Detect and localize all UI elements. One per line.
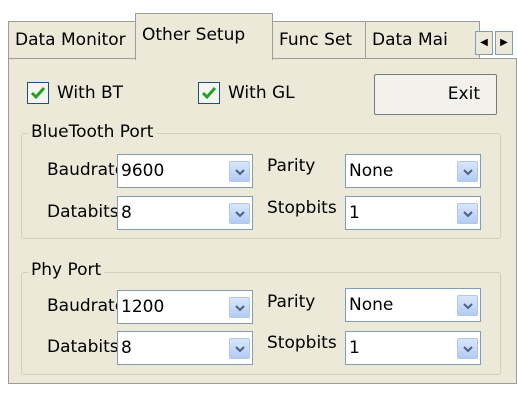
bt-databits-value: 8 xyxy=(121,203,132,223)
bluetooth-port-title: BlueTooth Port xyxy=(28,122,157,142)
dropdown-arrow-button[interactable] xyxy=(229,203,250,224)
with-gl-label: With GL xyxy=(228,83,295,103)
with-gl-checkbox[interactable] xyxy=(198,82,220,104)
tab-data-monitor[interactable]: Data Monitor xyxy=(8,21,136,59)
bt-parity-select[interactable]: None xyxy=(345,154,481,188)
bt-stopbits-value: 1 xyxy=(349,203,360,223)
chevron-down-icon xyxy=(235,169,245,176)
bt-databits-select[interactable]: 8 xyxy=(117,196,253,230)
with-bt-label: With BT xyxy=(57,83,124,103)
phy-parity-select[interactable]: None xyxy=(345,288,481,322)
phy-stopbits-select[interactable]: 1 xyxy=(345,331,481,365)
tab-label: Data Monitor xyxy=(15,30,126,50)
tab-data-main[interactable]: Data Mai xyxy=(365,21,480,59)
dropdown-arrow-button[interactable] xyxy=(229,161,250,182)
phy-databits-value: 8 xyxy=(121,338,132,358)
bt-parity-value: None xyxy=(349,161,394,181)
tab-other-setup[interactable]: Other Setup xyxy=(135,13,273,60)
chevron-down-icon xyxy=(463,169,473,176)
chevron-down-icon xyxy=(463,211,473,218)
dropdown-arrow-button[interactable] xyxy=(457,161,478,182)
phy-baudrate-select[interactable]: 1200 xyxy=(117,290,253,324)
tab-label: Func Set xyxy=(279,30,353,50)
phy-baudrate-label: Baudrate xyxy=(47,296,117,316)
phy-stopbits-label: Stopbits xyxy=(267,333,337,353)
other-setup-panel: With BT With GL Exit BlueTooth Port Baud… xyxy=(8,58,517,384)
dropdown-arrow-button[interactable] xyxy=(457,338,478,359)
checkmark-icon xyxy=(201,87,217,100)
chevron-down-icon xyxy=(235,211,245,218)
phy-baudrate-value: 1200 xyxy=(121,297,165,317)
phy-parity-label: Parity xyxy=(267,292,316,312)
tab-label: Data Mai xyxy=(372,30,448,50)
checkmark-icon xyxy=(30,87,46,100)
tab-strip: Data Monitor Other Setup Func Set Data M… xyxy=(8,13,517,60)
bt-stopbits-select[interactable]: 1 xyxy=(345,196,481,230)
bt-baudrate-value: 9600 xyxy=(121,161,165,181)
bt-baudrate-select[interactable]: 9600 xyxy=(117,154,253,188)
chevron-down-icon xyxy=(463,346,473,353)
phy-databits-label: Databits xyxy=(47,337,119,357)
chevron-down-icon xyxy=(463,303,473,310)
chevron-down-icon xyxy=(235,346,245,353)
bt-baudrate-label: Baudrate xyxy=(47,160,119,180)
chevron-down-icon xyxy=(235,305,245,312)
dropdown-arrow-button[interactable] xyxy=(229,338,250,359)
bt-stopbits-label: Stopbits xyxy=(267,198,337,218)
phy-parity-value: None xyxy=(349,295,394,315)
dropdown-arrow-button[interactable] xyxy=(457,203,478,224)
dropdown-arrow-button[interactable] xyxy=(457,295,478,316)
phy-port-title: Phy Port xyxy=(28,260,105,280)
bt-databits-label: Databits xyxy=(47,202,117,222)
tab-scroll-right-button[interactable]: ▶ xyxy=(495,31,513,55)
chevron-right-icon: ▶ xyxy=(500,37,508,48)
bt-parity-label: Parity xyxy=(267,156,316,176)
with-bt-checkbox[interactable] xyxy=(27,82,49,104)
dropdown-arrow-button[interactable] xyxy=(229,297,250,318)
phy-stopbits-value: 1 xyxy=(349,338,360,358)
setup-window: Data Monitor Other Setup Func Set Data M… xyxy=(0,0,517,394)
tab-scroll-left-button[interactable]: ◀ xyxy=(475,31,493,55)
chevron-left-icon: ◀ xyxy=(480,37,488,48)
phy-databits-select[interactable]: 8 xyxy=(117,331,253,365)
exit-button[interactable]: Exit xyxy=(374,74,497,115)
tab-func-set[interactable]: Func Set xyxy=(272,21,366,59)
tab-label: Other Setup xyxy=(142,25,246,45)
